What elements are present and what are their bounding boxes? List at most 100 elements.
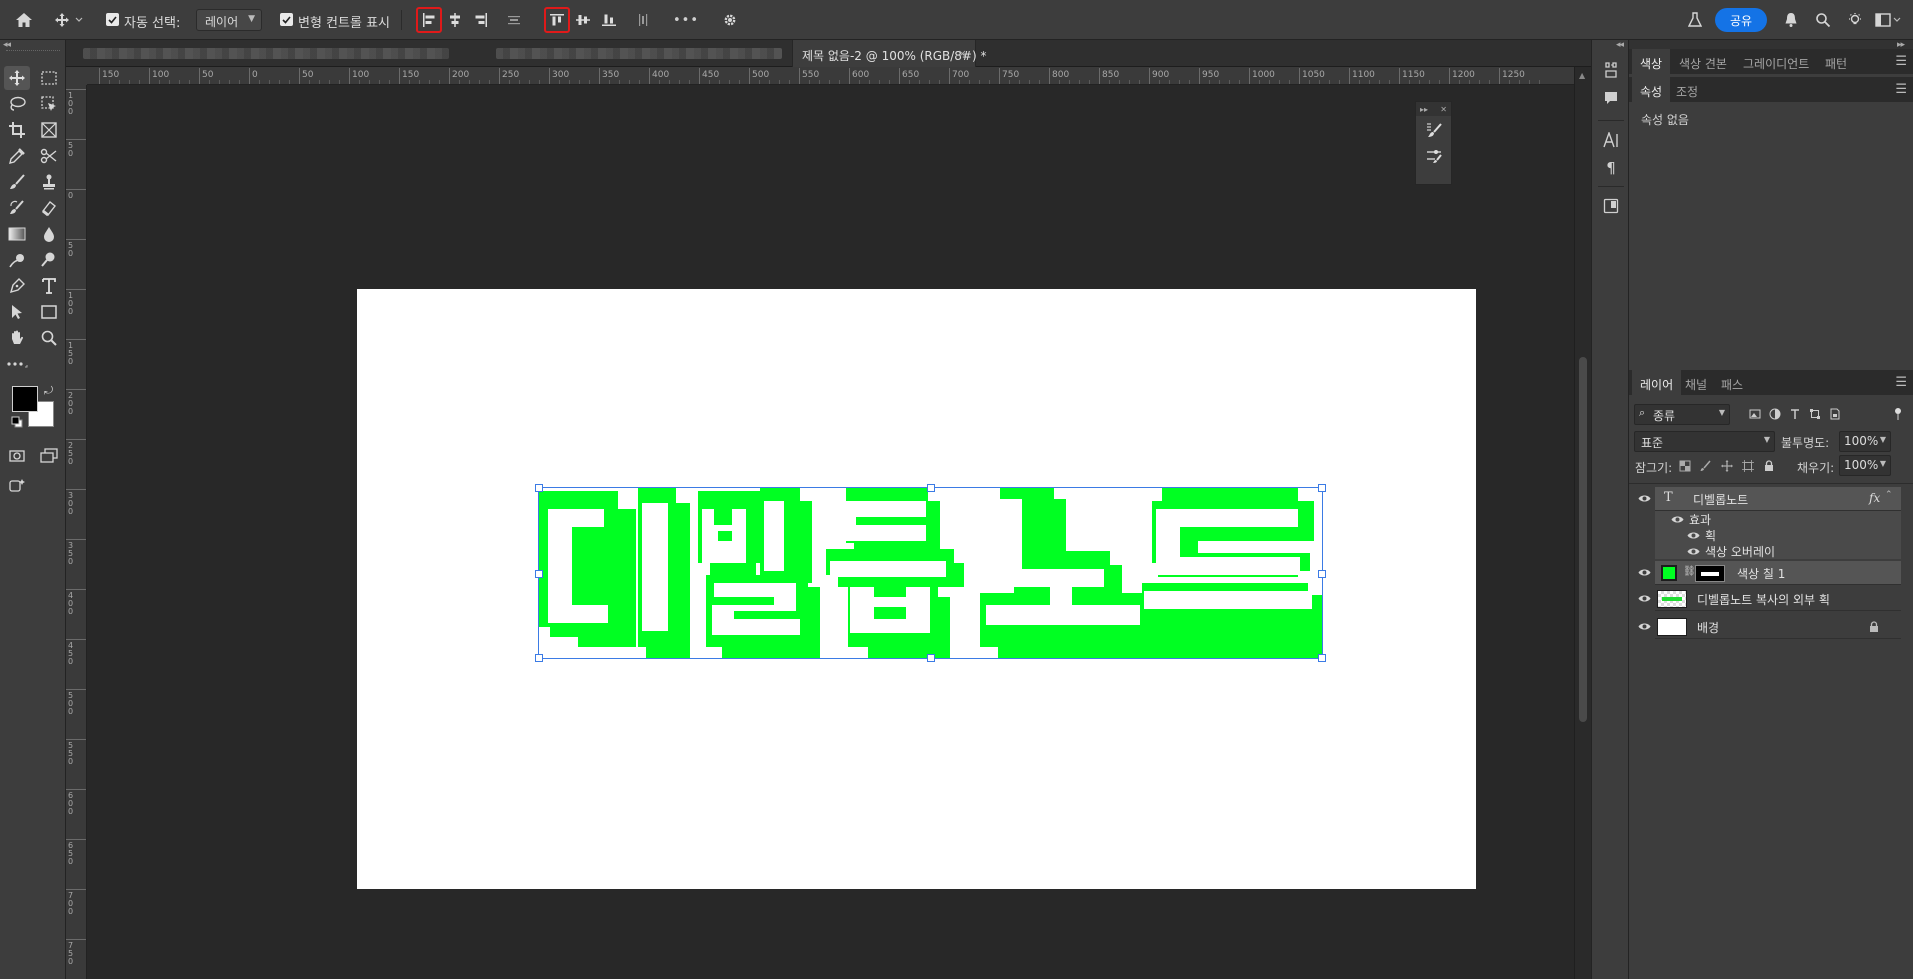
document-tab-blurred[interactable] — [496, 48, 782, 59]
blend-mode-dropdown[interactable]: 표준 ▼ — [1634, 431, 1775, 452]
clone-stamp-tool-icon[interactable] — [36, 170, 62, 194]
lock-icon[interactable] — [1869, 621, 1879, 632]
collapse-icon[interactable]: ◂◂ — [1616, 40, 1624, 50]
effects-fx-icon[interactable]: fx — [1869, 491, 1880, 505]
flask-icon[interactable] — [1683, 8, 1707, 32]
comments-panel-icon[interactable] — [1601, 88, 1621, 108]
distribute-vertical-icon[interactable] — [631, 8, 655, 32]
transform-bounding-box[interactable] — [535, 484, 1326, 662]
filter-smart-object-icon[interactable] — [1829, 408, 1841, 420]
tab-paths[interactable]: 패스 — [1713, 370, 1751, 395]
filter-pixel-icon[interactable] — [1749, 408, 1761, 420]
path-selection-tool-icon[interactable] — [4, 300, 30, 324]
transform-handle[interactable] — [927, 654, 935, 662]
move-tool-icon[interactable] — [4, 66, 30, 90]
tab-swatches[interactable]: 색상 견본 — [1671, 49, 1735, 74]
object-select-tool-icon[interactable] — [36, 92, 62, 116]
transform-handle[interactable] — [1318, 570, 1326, 578]
lock-image-icon[interactable] — [1700, 460, 1712, 472]
align-vertical-centers-icon[interactable] — [571, 8, 595, 32]
filter-type-icon[interactable] — [1789, 408, 1801, 420]
scroll-up-icon[interactable]: ▲ — [1579, 71, 1585, 80]
dodge-tool-icon[interactable] — [4, 248, 30, 272]
vertical-scrollbar[interactable]: ▲ — [1574, 67, 1591, 979]
transform-controls-checkbox[interactable] — [280, 13, 293, 26]
auto-select-checkbox[interactable] — [106, 13, 119, 26]
brush-adjust-icon[interactable] — [1424, 146, 1444, 166]
brush-tool-icon[interactable] — [4, 170, 30, 194]
panel-menu-icon[interactable]: ☰ — [1895, 375, 1907, 390]
layer-row-color-fill[interactable]: ⛓ 색상 칠 1 — [1655, 561, 1901, 585]
lock-artboard-icon[interactable] — [1742, 460, 1754, 472]
lock-all-icon[interactable] — [1763, 460, 1775, 472]
zoom-tool-icon[interactable] — [36, 326, 62, 350]
swap-colors-icon[interactable]: ⤾ — [44, 384, 53, 398]
layer-effect-color-overlay-row[interactable]: 색상 오버레이 — [1655, 543, 1901, 559]
horizontal-ruler[interactable]: 150 100 50 0 50 100 150 200 250 300 350 400 450 500 55… — [87, 67, 1591, 85]
transform-handle[interactable] — [535, 570, 543, 578]
eye-icon[interactable] — [1638, 594, 1651, 603]
transform-handle[interactable] — [1318, 654, 1326, 662]
workspace-icon[interactable] — [1873, 8, 1903, 32]
tab-channels[interactable]: 채널 — [1677, 370, 1715, 395]
quick-mask-icon[interactable] — [4, 444, 30, 468]
eye-icon[interactable] — [1687, 547, 1700, 556]
search-icon[interactable] — [1811, 8, 1835, 32]
transform-handle[interactable] — [927, 484, 935, 492]
align-top-edges-icon[interactable] — [544, 7, 570, 33]
align-left-edges-icon[interactable] — [416, 7, 442, 33]
close-icon[interactable]: ✕ — [1440, 105, 1447, 114]
marquee-tool-icon[interactable] — [36, 66, 62, 90]
layer-effect-stroke-row[interactable]: 획 — [1655, 527, 1901, 543]
transform-handle[interactable] — [535, 484, 543, 492]
rectangle-tool-icon[interactable] — [36, 300, 62, 324]
lock-position-icon[interactable] — [1721, 460, 1733, 472]
transform-handle[interactable] — [1318, 484, 1326, 492]
crop-tool-icon[interactable] — [4, 118, 30, 142]
bell-icon[interactable] — [1779, 8, 1803, 32]
eye-icon[interactable] — [1687, 531, 1700, 540]
scissors-tool-icon[interactable] — [36, 144, 62, 168]
filter-toggle-icon[interactable] — [1891, 407, 1905, 421]
vertical-ruler[interactable]: 100 50 0 50 100 150 200 250 300 350 400 450 500 550 60… — [66, 85, 87, 979]
history-brush-tool-icon[interactable] — [4, 196, 30, 220]
eye-icon[interactable] — [1638, 568, 1651, 577]
hand-tool-icon[interactable] — [4, 326, 30, 350]
tab-layers[interactable]: 레이어 — [1632, 370, 1682, 395]
transform-handle[interactable] — [535, 654, 543, 662]
align-horizontal-centers-icon[interactable] — [443, 8, 467, 32]
lock-transparent-icon[interactable] — [1679, 460, 1691, 472]
layer-effects-row[interactable]: 효과 — [1655, 511, 1901, 527]
share-button[interactable]: 공유 — [1715, 8, 1767, 32]
tab-gradients[interactable]: 그레이디언트 — [1735, 49, 1817, 74]
panel-menu-icon[interactable]: ☰ — [1895, 82, 1907, 97]
paragraph-panel-icon[interactable]: ¶ — [1601, 158, 1621, 178]
move-tool-icon[interactable] — [52, 8, 86, 32]
align-bottom-edges-icon[interactable] — [597, 8, 621, 32]
canvas-workspace[interactable] — [87, 85, 1574, 979]
filter-shape-icon[interactable] — [1809, 408, 1821, 420]
layer-row-text[interactable]: T 디벨롭노트 fx ⌃ — [1655, 487, 1901, 511]
fill-input[interactable]: 100% ▼ — [1839, 455, 1891, 476]
scrollbar-thumb[interactable] — [1579, 357, 1587, 722]
layer-row-background[interactable]: 배경 — [1655, 615, 1901, 639]
brush-settings-icon[interactable] — [1424, 120, 1444, 140]
home-icon[interactable] — [12, 8, 36, 32]
eye-icon[interactable] — [1638, 622, 1651, 631]
gradient-tool-icon[interactable] — [4, 222, 30, 246]
lasso-tool-icon[interactable] — [4, 92, 30, 116]
fill-color-thumbnail[interactable] — [1661, 565, 1677, 581]
generative-fill-icon[interactable] — [4, 474, 30, 498]
character-panel-icon[interactable] — [1601, 130, 1621, 150]
distribute-icon[interactable] — [502, 8, 526, 32]
zoom-sponge-tool-icon[interactable] — [36, 248, 62, 272]
filter-adjustment-icon[interactable] — [1769, 408, 1781, 420]
tab-properties[interactable]: 속성 — [1632, 77, 1671, 102]
align-right-edges-icon[interactable] — [469, 8, 493, 32]
opacity-input[interactable]: 100% ▼ — [1839, 431, 1891, 452]
blur-tool-icon[interactable] — [36, 222, 62, 246]
eye-icon[interactable] — [1638, 494, 1651, 503]
tab-adjustments[interactable]: 조정 — [1668, 77, 1706, 102]
document-tab-blurred[interactable] — [83, 48, 449, 59]
eye-icon[interactable] — [1671, 515, 1684, 524]
